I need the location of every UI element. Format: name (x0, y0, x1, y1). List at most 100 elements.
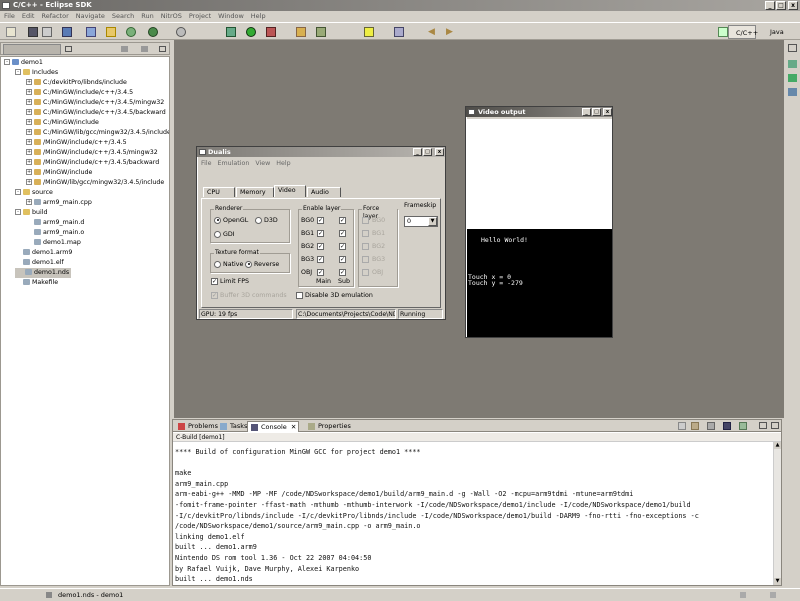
tree-item[interactable]: - build (15, 208, 47, 218)
open-resource-icon[interactable] (316, 27, 326, 37)
collapse-icon[interactable]: - (15, 209, 21, 215)
view-minimize-icon[interactable] (759, 422, 767, 429)
new-class-icon[interactable] (126, 27, 136, 37)
expand-icon[interactable]: + (26, 159, 32, 165)
dualis-maximize-button[interactable]: □ (423, 148, 432, 156)
outline-icon[interactable] (788, 60, 797, 68)
dualis-menu-emulation[interactable]: Emulation (218, 160, 250, 167)
clear-console-icon[interactable] (678, 422, 686, 430)
new-project-icon[interactable] (86, 27, 96, 37)
frameskip-select[interactable]: 0 ▼ (404, 216, 438, 227)
tree-item[interactable]: + C:/devkitPro/libnds/include (26, 78, 127, 88)
build-icon[interactable] (62, 27, 72, 37)
enable-main-checkbox[interactable]: ✓ (317, 256, 324, 263)
external-tools-icon[interactable] (266, 27, 276, 37)
enable-main-checkbox[interactable]: ✓ (317, 217, 324, 224)
expand-icon[interactable]: + (26, 119, 32, 125)
forward-icon[interactable]: ▶ (446, 27, 456, 37)
menu-help[interactable]: Help (251, 12, 266, 20)
scroll-up-arrow[interactable]: ▲ (774, 442, 781, 449)
top-screen[interactable] (467, 119, 612, 229)
enable-main-checkbox[interactable]: ✓ (317, 269, 324, 276)
toggle-mark-icon[interactable] (364, 27, 374, 37)
tree-item[interactable]: + C:/MinGW/include/c++/3.4.5/backward (26, 108, 166, 118)
tree-item[interactable]: demo1.map (26, 238, 81, 248)
search-icon[interactable] (176, 27, 186, 37)
tree-item[interactable]: + /MinGW/include/c++/3.4.5 (26, 138, 127, 148)
next-annotation-icon[interactable] (394, 27, 404, 37)
enable-sub-checkbox[interactable]: ✓ (339, 217, 346, 224)
buffer-3d-checkbox[interactable]: ✓ (211, 291, 218, 299)
expand-icon[interactable]: + (26, 179, 32, 185)
radio-reverse[interactable] (245, 260, 252, 268)
disable-3d-checkbox[interactable] (296, 291, 303, 299)
expand-icon[interactable]: + (26, 79, 32, 85)
new-folder-icon[interactable] (106, 27, 116, 37)
tab-console[interactable]: Console ✕ (247, 421, 299, 432)
console-output[interactable]: **** Build of configuration MinGW GCC fo… (175, 447, 771, 585)
make-targets-icon[interactable] (788, 74, 797, 82)
expand-icon[interactable]: + (26, 129, 32, 135)
force-layer-checkbox[interactable] (362, 243, 369, 250)
maximize-view-icon[interactable] (159, 46, 166, 52)
progress-icon[interactable] (740, 592, 746, 598)
enable-main-checkbox[interactable]: ✓ (317, 243, 324, 250)
tree-item[interactable]: - source (15, 188, 53, 198)
force-layer-checkbox[interactable] (362, 269, 369, 276)
renderer-opengl-option[interactable]: OpenGL (214, 216, 248, 225)
enable-main-checkbox[interactable]: ✓ (317, 230, 324, 237)
dualis-menu-help[interactable]: Help (276, 160, 290, 167)
dualis-menu-view[interactable]: View (255, 160, 270, 167)
radio-native[interactable] (214, 260, 221, 268)
menu-run[interactable]: Run (141, 12, 153, 20)
navigator-tab[interactable] (3, 44, 61, 55)
limit-fps-checkbox[interactable]: ✓ (211, 277, 218, 285)
texture-native-option[interactable]: Native (214, 260, 243, 269)
dualis-tab-audio[interactable]: Audio (307, 187, 341, 197)
open-perspective-icon[interactable] (718, 27, 728, 37)
menu-navigate[interactable]: Navigate (76, 12, 105, 20)
hierarchy-icon[interactable] (788, 88, 797, 96)
enable-sub-checkbox[interactable]: ✓ (339, 230, 346, 237)
collapse-icon[interactable]: - (4, 59, 10, 65)
enable-sub-checkbox[interactable]: ✓ (339, 269, 346, 276)
close-button[interactable]: x (788, 1, 798, 10)
expand-icon[interactable]: + (26, 199, 32, 205)
radio-opengl[interactable] (214, 216, 221, 224)
force-layer-checkbox[interactable] (362, 217, 369, 224)
texture-reverse-option[interactable]: Reverse (245, 260, 279, 269)
print-icon[interactable] (42, 27, 52, 37)
menu-search[interactable]: Search (112, 12, 134, 20)
enable-sub-checkbox[interactable]: ✓ (339, 243, 346, 250)
disable-3d-option[interactable]: Disable 3D emulation (296, 291, 373, 300)
new-file-icon[interactable] (148, 27, 158, 37)
perspective-java-tab[interactable]: Java (762, 25, 784, 39)
console-scrollbar[interactable]: ▲ ▼ (773, 442, 781, 585)
tree-item[interactable]: demo1.elf (15, 258, 64, 268)
tree-item[interactable]: + C:/MinGW/lib/gcc/mingw32/3.4.5/include (26, 128, 169, 138)
minimize-view-icon[interactable] (65, 46, 72, 52)
scroll-lock-icon[interactable] (691, 422, 699, 430)
new-icon[interactable] (6, 27, 16, 37)
menu-edit[interactable]: Edit (22, 12, 35, 20)
tree-item[interactable]: + C:/MinGW/include/c++/3.4.5/mingw32 (26, 98, 164, 108)
tree-item[interactable]: Makefile (15, 278, 58, 288)
renderer-gdi-option[interactable]: GDI (214, 230, 235, 239)
tree-item[interactable]: + /MinGW/lib/gcc/mingw32/3.4.5/include (26, 178, 164, 188)
video-maximize-button[interactable]: □ (592, 108, 601, 116)
tree-item[interactable]: demo1.arm9 (15, 248, 72, 258)
dualis-close-button[interactable]: x (435, 148, 444, 156)
tree-item[interactable]: arm9_main.d (26, 218, 84, 228)
bottom-screen[interactable]: Hello World! Touch x = 0 Touch y = -279 (467, 229, 612, 337)
view-maximize-icon[interactable] (771, 422, 779, 429)
expand-icon[interactable]: + (26, 169, 32, 175)
scroll-down-arrow[interactable]: ▼ (774, 578, 781, 585)
buffer-3d-option[interactable]: ✓ Buffer 3D commands (211, 291, 287, 300)
dualis-tab-cpu[interactable]: CPU (203, 187, 235, 197)
back-icon[interactable]: ◀ (428, 27, 438, 37)
video-minimize-button[interactable]: _ (582, 108, 591, 116)
open-type-icon[interactable] (296, 27, 306, 37)
run-icon[interactable] (246, 27, 256, 37)
force-layer-checkbox[interactable] (362, 230, 369, 237)
tree-item[interactable]: + C:/MinGW/include (26, 118, 99, 128)
